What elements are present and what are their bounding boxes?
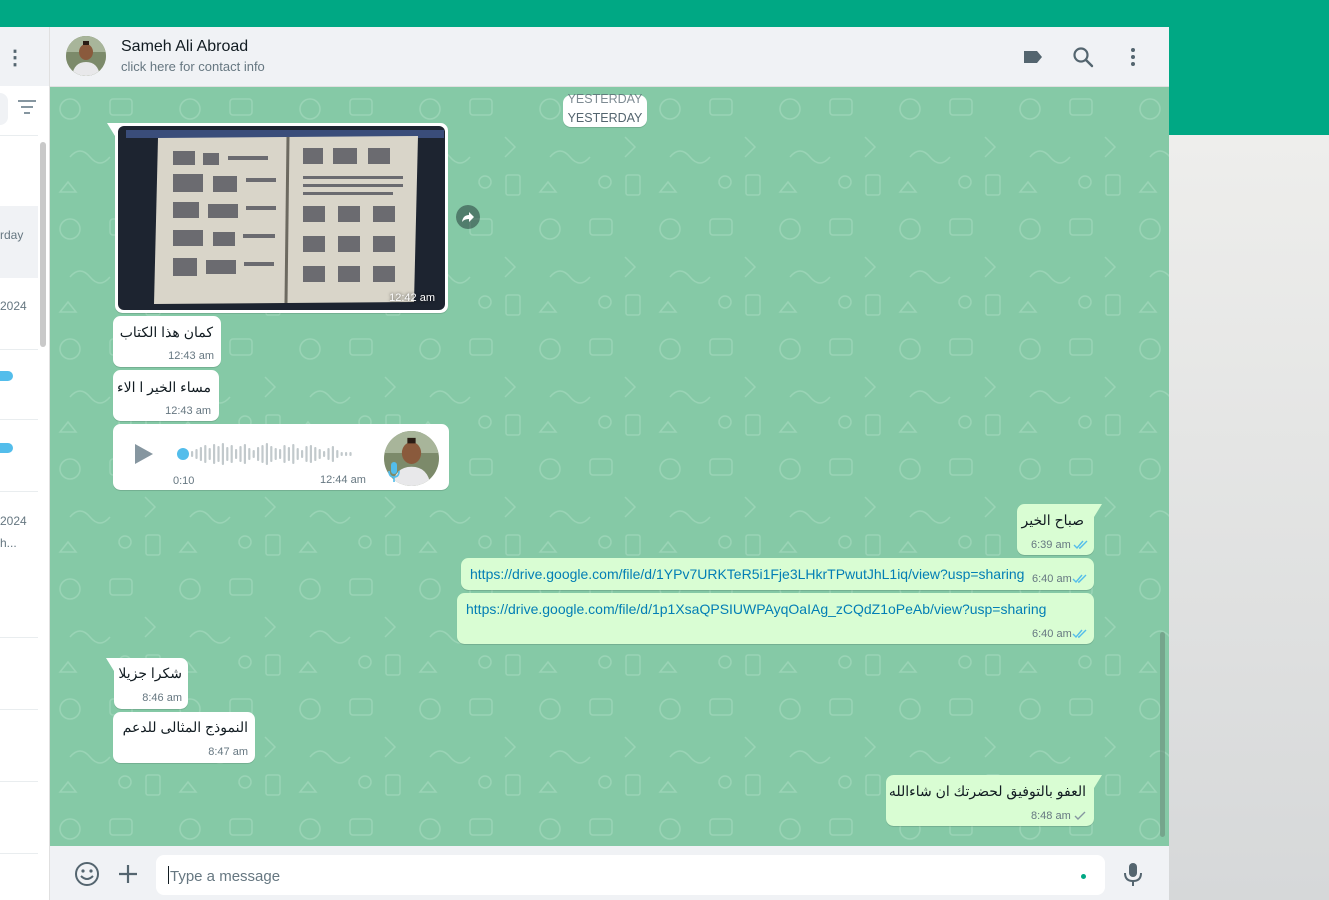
voice-message[interactable]: 0:10 12:44 am xyxy=(113,424,449,490)
chat-list-sidebar: ⋮ rday 2024 2024 h... xyxy=(0,27,50,900)
label-icon[interactable] xyxy=(1021,45,1045,69)
sidebar-search-input[interactable] xyxy=(0,93,8,125)
outgoing-message[interactable]: صباح الخير 6:39 am xyxy=(1017,504,1102,555)
play-icon[interactable] xyxy=(133,442,155,466)
message-time: 12:43 am xyxy=(165,405,211,417)
label-tag-icon xyxy=(0,443,13,453)
chat-item-date: 2024 xyxy=(0,514,27,528)
conversation-panel: Sameh Ali Abroad click here for contact … xyxy=(50,27,1169,900)
plus-icon[interactable] xyxy=(115,861,141,887)
read-receipt-icon xyxy=(1073,540,1088,550)
divider xyxy=(0,135,38,136)
message-time: 8:46 am xyxy=(142,692,182,704)
sent-tick-icon xyxy=(1074,811,1086,820)
message-input-box[interactable] xyxy=(156,855,1105,897)
search-icon[interactable] xyxy=(1071,45,1095,69)
message-input[interactable] xyxy=(168,855,1052,897)
sidebar-scrollbar[interactable] xyxy=(40,142,46,347)
message-time: 8:48 am xyxy=(1031,810,1071,822)
dots-vertical-icon[interactable] xyxy=(1121,45,1145,69)
message-time: 12:44 am xyxy=(320,474,366,486)
sidebar-chat-item[interactable]: 2024 h... xyxy=(0,492,38,637)
incoming-message[interactable]: النموذج المثالى للدعم 8:47 am xyxy=(113,712,255,763)
voice-waveform[interactable] xyxy=(175,440,361,468)
message-text: العفو بالتوفيق لحضرتك ان شاءالله xyxy=(888,783,1086,799)
incoming-message[interactable]: شكرا جزيلا 8:46 am xyxy=(106,658,188,709)
message-text: النموذج المثالى للدعم xyxy=(122,719,248,735)
divider xyxy=(0,709,38,710)
divider xyxy=(0,419,38,420)
divider xyxy=(0,637,38,638)
read-receipt-icon xyxy=(1072,574,1087,584)
outgoing-message[interactable]: العفو بالتوفيق لحضرتك ان شاءالله 8:48 am xyxy=(886,775,1102,826)
microphone-icon xyxy=(388,462,400,482)
date-separator: YESTERDAY YESTERDAY xyxy=(563,92,647,127)
contact-name[interactable]: Sameh Ali Abroad xyxy=(121,38,248,56)
image-thumbnail[interactable]: 12:42 am xyxy=(118,126,445,310)
text-caret xyxy=(168,866,169,884)
message-time: 6:40 am xyxy=(1032,573,1072,585)
message-time: 6:40 am xyxy=(1032,628,1072,640)
message-time: 12:42 am xyxy=(389,292,435,304)
chat-item-date: rday xyxy=(0,228,24,242)
composer xyxy=(50,846,1169,900)
message-text: كمان هذا الكتاب xyxy=(119,324,213,340)
message-time: 6:39 am xyxy=(1031,539,1071,551)
voice-duration: 0:10 xyxy=(173,475,195,487)
outgoing-link-message[interactable]: https://drive.google.com/file/d/1YPv7URK… xyxy=(461,558,1094,590)
read-receipt-icon xyxy=(1072,629,1087,639)
sidebar-header: ⋮ xyxy=(0,27,49,86)
date-separator-ghost-label: YESTERDAY xyxy=(567,92,643,106)
forward-icon[interactable] xyxy=(456,205,480,229)
conversation-header[interactable]: Sameh Ali Abroad click here for contact … xyxy=(50,27,1169,87)
microphone-icon[interactable] xyxy=(1120,861,1146,887)
message-text: صباح الخير xyxy=(1021,512,1084,528)
message-text: شكرا جزيلا xyxy=(118,665,182,681)
message-time: 12:43 am xyxy=(168,350,214,362)
image-message[interactable]: 12:42 am xyxy=(107,123,448,313)
incoming-message[interactable]: مساء الخير ا الاء 12:43 am xyxy=(113,370,219,421)
chat-item-preview: h... xyxy=(0,536,17,550)
incoming-message[interactable]: كمان هذا الكتاب 12:43 am xyxy=(113,316,221,367)
message-time: 8:47 am xyxy=(208,746,248,758)
contact-info-hint[interactable]: click here for contact info xyxy=(121,59,265,74)
contact-avatar[interactable] xyxy=(66,36,106,76)
divider xyxy=(0,349,38,350)
outgoing-link-message[interactable]: https://drive.google.com/file/d/1p1XsaQP… xyxy=(457,593,1094,644)
message-list-scrollbar[interactable] xyxy=(1160,632,1165,837)
message-text: مساء الخير ا الاء xyxy=(117,379,211,395)
desktop-background xyxy=(1169,135,1329,900)
message-list[interactable]: YESTERDAY YESTERDAY 12:42 am كمان هذا ال… xyxy=(50,87,1169,846)
filter-icon[interactable] xyxy=(18,100,36,114)
divider xyxy=(0,781,38,782)
label-tag-icon xyxy=(0,371,13,381)
message-link[interactable]: https://drive.google.com/file/d/1YPv7URK… xyxy=(470,566,1024,582)
date-separator-label: YESTERDAY xyxy=(567,111,643,125)
sidebar-chat-item[interactable]: rday xyxy=(0,206,38,278)
message-link[interactable]: https://drive.google.com/file/d/1p1XsaQP… xyxy=(466,601,1046,617)
chat-item-date: 2024 xyxy=(0,299,27,313)
sidebar-chat-item[interactable]: 2024 xyxy=(0,278,38,350)
dots-vertical-icon[interactable]: ⋮ xyxy=(5,45,25,70)
emoji-icon[interactable] xyxy=(74,861,100,887)
whatsapp-app: ⋮ rday 2024 2024 h... Sameh Ali Abroad c… xyxy=(0,27,1169,900)
grammar-status-dot xyxy=(1081,874,1086,879)
divider xyxy=(0,853,38,854)
